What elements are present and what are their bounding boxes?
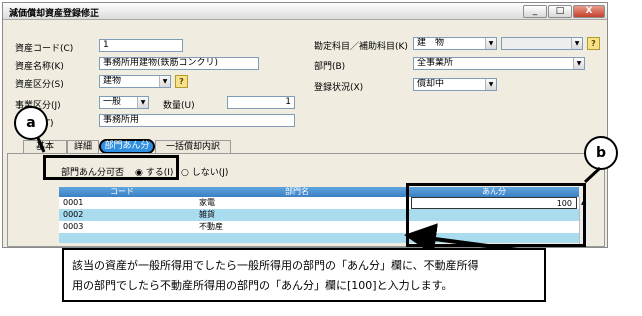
- asset-edit-window: 減価償却資産登録修正 _ □ X 資産コード(C) 1 資産名称(K) 事務所用…: [2, 2, 608, 248]
- department-select[interactable]: 全事業所 ▼: [413, 57, 585, 70]
- allocation-no-label: しない(J): [191, 168, 229, 178]
- row-department-name: 家電: [199, 198, 215, 207]
- asset-category-label: 資産区分(S): [15, 80, 64, 90]
- maximize-button[interactable]: □: [548, 5, 572, 18]
- chevron-down-icon: ▼: [573, 58, 584, 69]
- tab-detail[interactable]: 詳細: [67, 140, 99, 153]
- row-code: 0003: [63, 222, 84, 231]
- allocation-yes-radio[interactable]: ◉ する(I): [135, 165, 173, 178]
- sub-account-select[interactable]: ▼: [501, 37, 583, 50]
- row-department-name: 不動産: [199, 222, 223, 231]
- help-icon[interactable]: ?: [175, 75, 188, 88]
- asset-category-value: 建物: [103, 76, 122, 86]
- row-code: 0001: [63, 198, 84, 207]
- annotation-b: b: [584, 136, 618, 170]
- account-select[interactable]: 建 物 ▼: [413, 37, 497, 50]
- allocation-yes-label: する(I): [145, 168, 174, 178]
- summary-input[interactable]: 事務所用: [99, 114, 295, 127]
- allocation-no-radio[interactable]: ○ しない(J): [181, 165, 228, 178]
- close-button[interactable]: X: [573, 5, 605, 18]
- asset-name-input[interactable]: 事務所用建物(鉄筋コンクリ): [99, 57, 259, 70]
- asset-category-select[interactable]: 建物 ▼: [99, 75, 171, 88]
- quantity-label: 数量(U): [163, 101, 195, 111]
- tab-basic[interactable]: 基本: [23, 140, 67, 153]
- asset-name-label: 資産名称(K): [15, 62, 64, 72]
- status-select[interactable]: 償却中 ▼: [413, 78, 497, 91]
- status-label: 登録状況(X): [314, 83, 364, 93]
- quantity-input[interactable]: 1: [227, 96, 295, 109]
- minimize-button[interactable]: _: [523, 5, 547, 18]
- account-value: 建 物: [417, 38, 445, 48]
- account-label: 勘定科目／補助科目(K): [314, 42, 408, 52]
- header-department-name[interactable]: 部門名: [185, 187, 409, 197]
- chevron-down-icon: ▼: [485, 38, 496, 49]
- asset-code-label: 資産コード(C): [15, 44, 74, 54]
- row-code: 0002: [63, 210, 84, 219]
- department-value: 全事業所: [417, 58, 454, 68]
- chevron-down-icon: ▼: [159, 76, 170, 87]
- chevron-down-icon: ▼: [137, 97, 148, 108]
- callout-line-1: 該当の資産が一般所得用でしたら一般所得用の部門の「あん分」欄に、不動産所得: [72, 259, 479, 272]
- callout-line-2: 用の部門でしたら不動産所得用の部門の「あん分」欄に[100]と入力します。: [72, 279, 453, 292]
- header-code[interactable]: コード: [59, 187, 185, 197]
- row-department-name: 雑貨: [199, 210, 215, 219]
- window-title: 減価償却資産登録修正: [9, 9, 100, 19]
- allocation-label: 部門あん分可否: [61, 168, 125, 178]
- status-value: 償却中: [417, 79, 445, 89]
- department-label: 部門(B): [314, 62, 346, 72]
- tab-bulk-depreciation[interactable]: 一括償却内訳: [155, 140, 231, 153]
- instruction-callout: 該当の資産が一般所得用でしたら一般所得用の部門の「あん分」欄に、不動産所得 用の…: [62, 248, 546, 302]
- business-category-value: 一般: [103, 97, 122, 107]
- annotation-a: a: [14, 106, 48, 140]
- share-column-highlight: [406, 183, 586, 247]
- asset-code-input[interactable]: 1: [99, 39, 183, 52]
- help-icon[interactable]: ?: [587, 37, 600, 50]
- chevron-down-icon: ▼: [571, 38, 582, 49]
- tab-department-allocation[interactable]: 部門あん分: [99, 139, 155, 154]
- title-bar: 減価償却資産登録修正 _ □ X: [3, 3, 607, 20]
- chevron-down-icon: ▼: [485, 79, 496, 90]
- business-category-select[interactable]: 一般 ▼: [99, 96, 149, 109]
